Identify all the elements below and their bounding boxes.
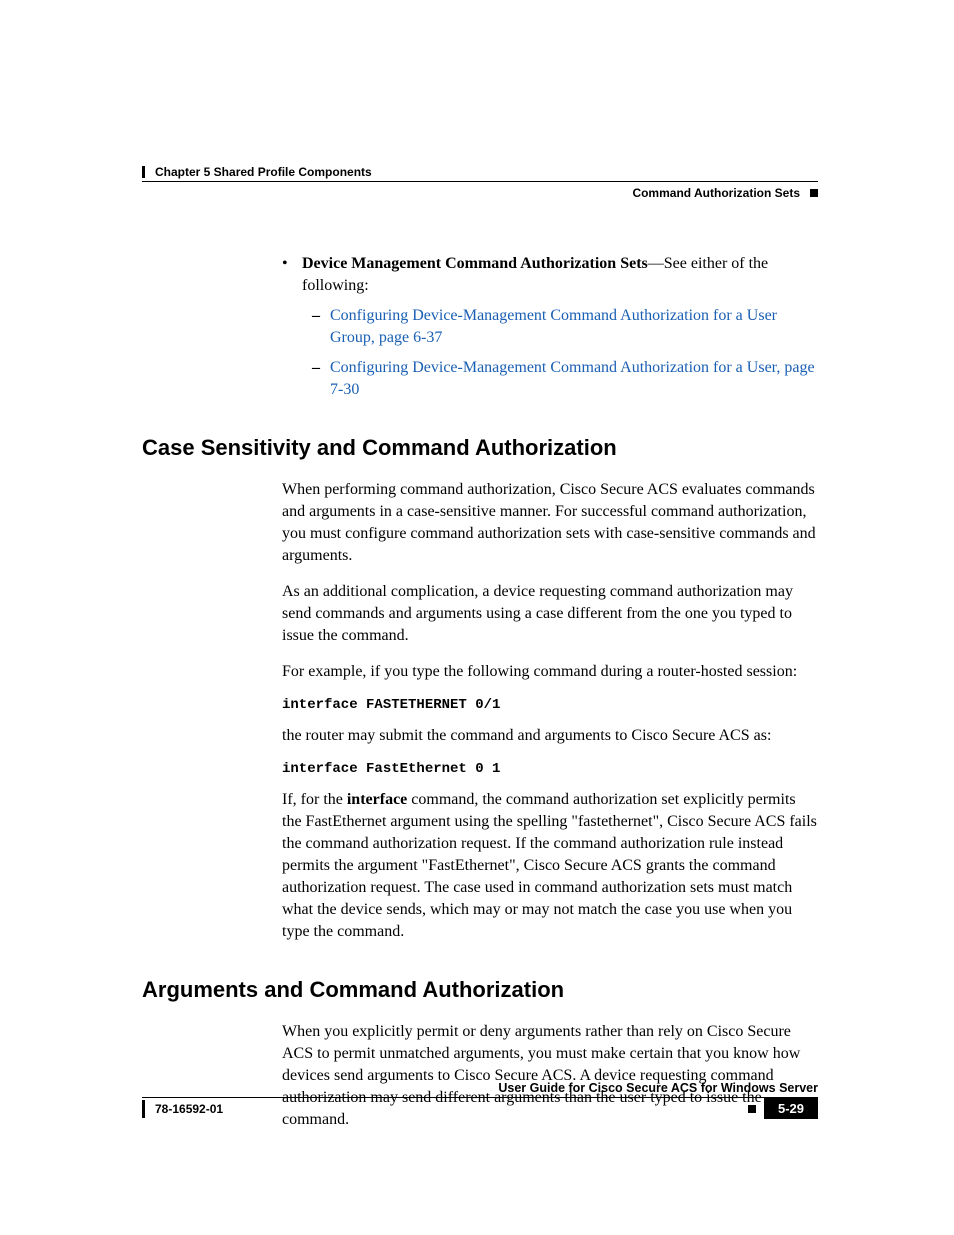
p5-bold-interface: interface [347, 791, 407, 808]
footer-square-icon [748, 1105, 756, 1113]
content-area: • Device Management Command Authorizatio… [142, 253, 818, 1131]
bullet-text: Device Management Command Authorization … [302, 253, 818, 297]
paragraph: When performing command authorization, C… [282, 479, 818, 567]
paragraph: As an additional complication, a device … [282, 581, 818, 647]
section1-body: When performing command authorization, C… [282, 479, 818, 943]
code-line: interface FastEthernet 0 1 [282, 761, 818, 777]
xref-link-group[interactable]: Configuring Device-Management Command Au… [330, 305, 818, 349]
doc-id: 78-16592-01 [155, 1102, 223, 1116]
footer-right: 5-29 [748, 1098, 818, 1119]
page-footer: User Guide for Cisco Secure ACS for Wind… [142, 1081, 818, 1119]
p5-part-c: command, the command authorization set e… [282, 791, 817, 940]
running-header: Chapter 5 Shared Profile Components Comm… [142, 165, 818, 200]
footer-left: 78-16592-01 [142, 1098, 223, 1119]
paragraph: For example, if you type the following c… [282, 661, 818, 683]
paragraph: If, for the interface command, the comma… [282, 789, 818, 943]
code-line: interface FASTETHERNET 0/1 [282, 697, 818, 713]
header-bar-icon [142, 166, 145, 178]
chapter-label: Chapter 5 Shared Profile Components [155, 165, 372, 179]
intro-bullet-block: • Device Management Command Authorizatio… [282, 253, 818, 401]
xref-link-user[interactable]: Configuring Device-Management Command Au… [330, 357, 818, 401]
p5-part-a: If, for the [282, 791, 347, 808]
header-square-icon [810, 189, 818, 197]
dash-icon: – [312, 357, 330, 401]
header-top-row: Chapter 5 Shared Profile Components [142, 165, 818, 182]
page-number: 5-29 [764, 1098, 818, 1119]
bullet-item: • Device Management Command Authorizatio… [282, 253, 818, 297]
bullet-icon: • [282, 253, 302, 297]
dash-icon: – [312, 305, 330, 349]
page: Chapter 5 Shared Profile Components Comm… [0, 0, 954, 1235]
header-sub-row: Command Authorization Sets [142, 186, 818, 200]
section-label: Command Authorization Sets [632, 186, 800, 200]
bullet-lead-bold: Device Management Command Authorization … [302, 255, 648, 272]
heading-case-sensitivity: Case Sensitivity and Command Authorizati… [142, 435, 818, 461]
heading-arguments: Arguments and Command Authorization [142, 977, 818, 1003]
footer-bar-icon [142, 1100, 145, 1118]
sub-bullet-2: – Configuring Device-Management Command … [312, 357, 818, 401]
footer-bottom-row: 78-16592-01 5-29 [142, 1098, 818, 1119]
paragraph: the router may submit the command and ar… [282, 725, 818, 747]
sub-bullet-1: – Configuring Device-Management Command … [312, 305, 818, 349]
footer-guide-title: User Guide for Cisco Secure ACS for Wind… [142, 1081, 818, 1098]
